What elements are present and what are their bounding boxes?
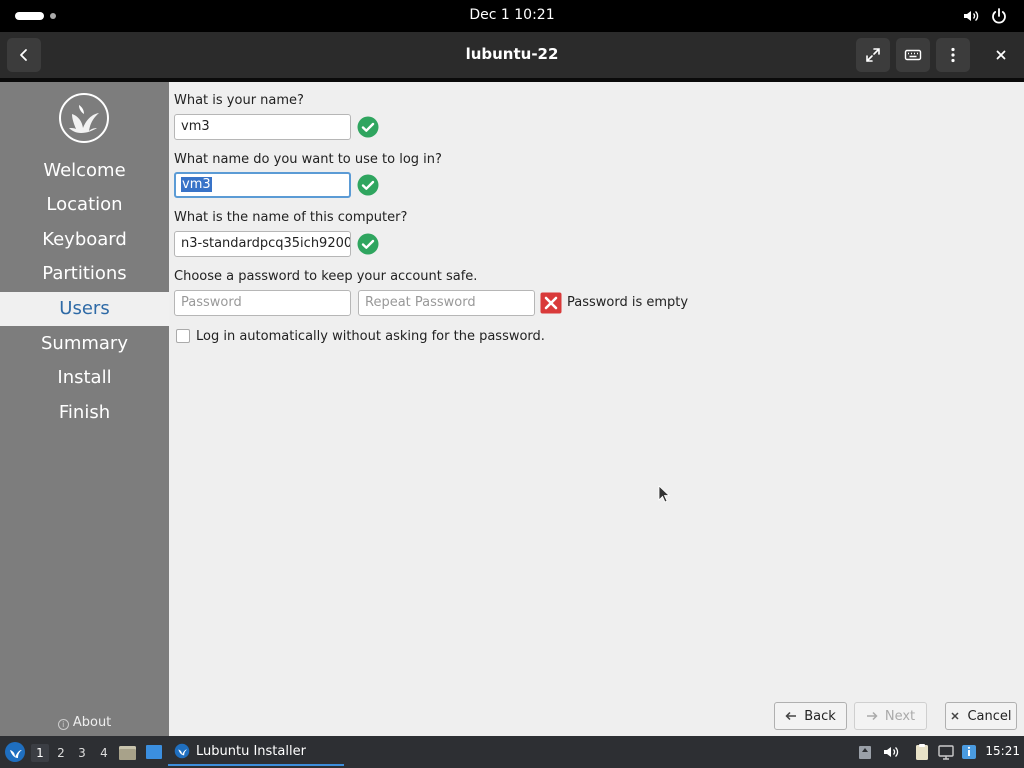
name-valid-check-icon [357,116,379,138]
show-desktop-icon[interactable] [145,743,163,761]
repeat-password-input[interactable]: Repeat Password [358,290,535,316]
close-icon [951,712,959,720]
back-button-label: Back [804,708,836,724]
tray-network-icon[interactable] [937,743,955,761]
menu-button[interactable] [936,38,970,72]
step-location: Location [46,194,123,215]
installer-sidebar: Welcome Location Keyboard Partitions Use… [0,82,169,736]
volume-icon[interactable] [962,7,980,25]
lxqt-taskbar: 1 2 3 4 Lubuntu Installer 15:21 [0,736,1024,768]
arrow-right-icon [866,711,878,721]
step-summary: Summary [41,333,128,354]
arrow-left-icon [785,711,797,721]
tray-volume-icon[interactable] [882,743,900,761]
name-label: What is your name? [174,93,304,108]
autologin-checkbox[interactable] [176,329,190,343]
full-name-value: vm3 [181,119,210,134]
file-manager-icon[interactable] [118,743,137,761]
password-placeholder: Password [181,295,242,310]
workspace-1[interactable]: 1 [31,744,49,762]
login-name-value: vm3 [181,177,212,192]
step-keyboard: Keyboard [42,229,127,250]
password-label: Choose a password to keep your account s… [174,269,478,284]
computer-valid-check-icon [357,233,379,255]
back-button[interactable]: Back [774,702,847,730]
login-label: What name do you want to use to log in? [174,152,442,167]
close-icon [996,50,1006,60]
tray-clipboard-icon[interactable] [913,743,931,761]
tray-updates-icon[interactable] [856,743,874,761]
lubuntu-start-menu-icon[interactable] [4,741,26,763]
window-titlebar: lubuntu-22 [0,32,1024,78]
login-valid-check-icon [357,174,379,196]
taskbar-item-lubuntu-installer[interactable]: Lubuntu Installer [168,738,344,766]
workspace-2[interactable]: 2 [52,744,70,762]
autologin-label[interactable]: Log in automatically without asking for … [196,329,545,344]
taskbar-clock[interactable]: 15:21 [985,744,1020,758]
keyboard-icon [904,49,922,61]
close-window-button[interactable] [984,38,1018,72]
keyboard-button[interactable] [896,38,930,72]
step-partitions: Partitions [42,263,127,284]
lubuntu-logo-icon [59,93,109,143]
password-error-icon [540,292,562,314]
users-page: What is your name? vm3 What name do you … [169,82,1024,736]
power-icon[interactable] [990,7,1008,25]
computer-name-label: What is the name of this computer? [174,210,408,225]
password-status-text: Password is empty [567,295,689,310]
system-clock[interactable]: Dec 1 10:21 [0,7,1024,23]
computer-name-input[interactable]: n3-standardpcq35ich92009 [174,231,351,257]
next-button-label: Next [884,708,916,724]
system-top-bar: Dec 1 10:21 [0,0,1024,32]
computer-name-value: n3-standardpcq35ich92009 [181,236,351,251]
step-users: Users [0,292,169,326]
kebab-menu-icon [951,47,955,63]
next-button[interactable]: Next [854,702,927,730]
fullscreen-button[interactable] [856,38,890,72]
workspace-3[interactable]: 3 [73,744,91,762]
step-finish: Finish [58,402,111,423]
cancel-button-label: Cancel [967,708,1012,724]
mouse-cursor-icon [658,485,670,503]
step-install: Install [57,367,112,388]
step-welcome: Welcome [43,160,126,181]
password-input[interactable]: Password [174,290,351,316]
info-icon: i [57,719,69,730]
full-name-input[interactable]: vm3 [174,114,351,140]
about-button[interactable]: i About [0,715,169,730]
installer-app-icon [174,743,190,759]
expand-icon [866,48,880,62]
workspace-4[interactable]: 4 [95,744,113,762]
login-name-input[interactable]: vm3 [174,172,351,198]
taskbar-item-label: Lubuntu Installer [196,743,306,759]
about-label: About [72,715,112,730]
tray-info-icon[interactable] [960,743,978,761]
cancel-button[interactable]: Cancel [945,702,1017,730]
repeat-password-placeholder: Repeat Password [365,295,476,310]
